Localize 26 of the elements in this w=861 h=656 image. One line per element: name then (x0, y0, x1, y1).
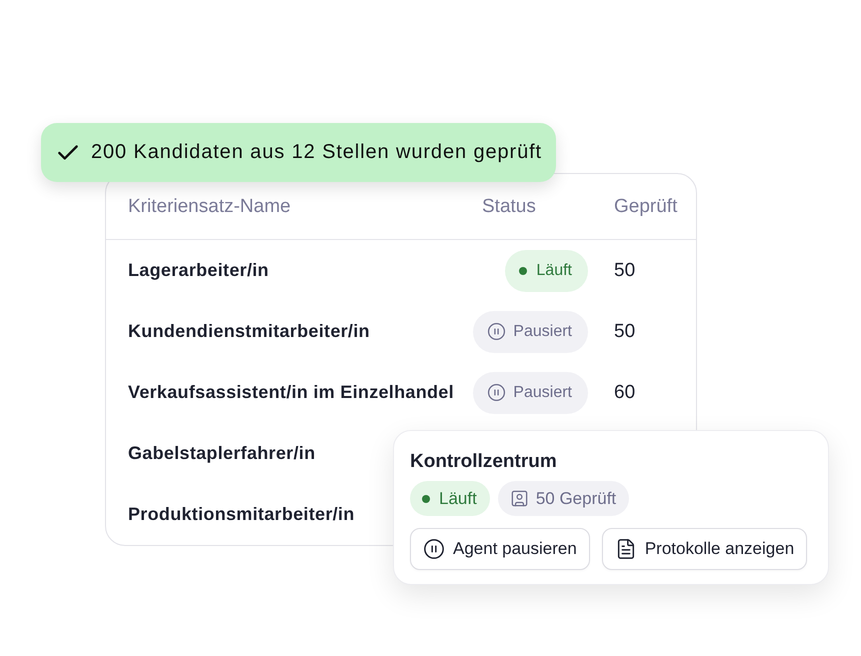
status-badge: Pausiert (473, 310, 588, 352)
criteria-set-name: Kundendienstmitarbeiter/in (128, 321, 370, 342)
panel-title: Kontrollzentrum (410, 450, 557, 474)
pause-agent-button[interactable]: Agent pausieren (410, 528, 590, 570)
column-header: Kriteriensatz-Name (128, 196, 291, 218)
status-dot-icon (519, 266, 528, 274)
status-badge: Pausiert (473, 372, 588, 414)
pause-circle-icon (487, 322, 506, 341)
status-badge: Läuft (410, 481, 490, 516)
column-header: Status (482, 196, 536, 218)
count-badge: 50 Geprüft (498, 481, 630, 516)
checked-count: 50 (614, 320, 636, 342)
user-icon (510, 489, 529, 508)
column-header: Geprüft (614, 196, 678, 218)
pause-circle-icon (487, 383, 506, 402)
criteria-set-name: Lagerarbeiter/in (128, 260, 269, 281)
view-logs-button[interactable]: Protokolle anzeigen (602, 528, 808, 570)
status-badge: Läuft (505, 250, 588, 292)
criteria-set-name: Produktionsmitarbeiter/in (128, 504, 355, 525)
pause-circle-icon (423, 538, 445, 560)
checked-count: 50 (614, 260, 636, 282)
checked-count: 60 (614, 382, 636, 404)
criteria-set-name: Gabelstaplerfahrer/in (128, 443, 316, 464)
criteria-set-name: Verkaufsassistent/in im Einzelhandel (128, 382, 454, 403)
status-dot-icon (422, 494, 430, 502)
toast-message: 200 Kandidaten aus 12 Stellen wurden geprüft (91, 141, 542, 164)
